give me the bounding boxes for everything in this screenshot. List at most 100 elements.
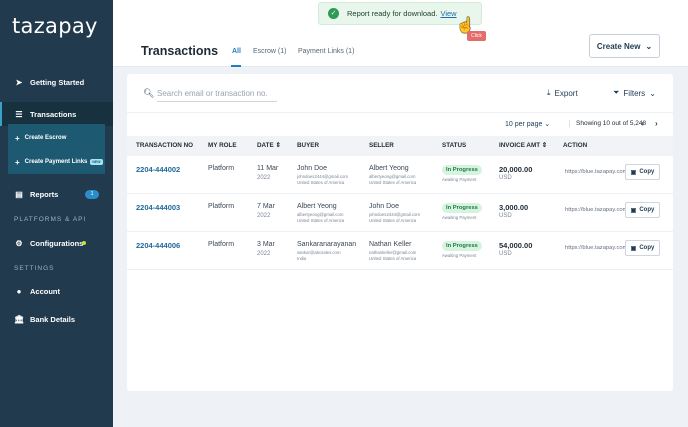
seller-country: United States of America	[369, 218, 417, 223]
create-new-label: Create New	[596, 41, 641, 51]
next-page-icon[interactable]: ›	[655, 119, 658, 128]
date: 3 Mar	[257, 241, 275, 248]
per-page-select[interactable]: 10 per page ⌄	[505, 120, 550, 128]
prev-page-icon[interactable]: ‹	[641, 119, 644, 128]
invoice-amount: 54,000.00	[499, 241, 533, 250]
seller-country: United States of America	[369, 256, 417, 261]
section-label-settings: SETTINGS	[14, 265, 55, 272]
clipboard-icon: ▣	[630, 169, 637, 176]
sidebar-item-bank-details[interactable]: 🏛 Bank Details	[0, 307, 113, 331]
filter-icon: ⏷	[613, 88, 620, 97]
role: Platform	[208, 241, 235, 248]
status-subtext: Awaiting Payment	[442, 253, 477, 258]
date: 7 Mar	[257, 203, 275, 210]
sidebar-item-label: Reports	[30, 189, 59, 199]
sidebar-item-label: Account	[30, 286, 60, 296]
reports-icon: ▤	[15, 189, 23, 199]
copy-button[interactable]: ▣ Copy	[625, 202, 660, 218]
payment-link: https://blue.tazapay.com	[565, 245, 627, 251]
year: 2022	[257, 251, 271, 257]
sort-icon: ⇕	[275, 142, 281, 149]
sidebar-item-label: Configurations	[30, 238, 84, 248]
download-icon: ⤓	[547, 88, 551, 97]
role: Platform	[208, 203, 235, 210]
page-title: Transactions	[141, 44, 219, 58]
copy-button[interactable]: ▣ Copy	[625, 164, 660, 180]
status-subtext: Awaiting Payment	[442, 215, 477, 220]
year: 2022	[257, 175, 271, 181]
chevron-down-icon: ⌄	[544, 121, 551, 128]
export-button[interactable]: ⤓ Export	[547, 88, 578, 98]
currency: USD	[499, 213, 512, 219]
sidebar-item-create-escrow[interactable]: + Create Escrow	[8, 128, 105, 148]
transaction-number-link[interactable]: 2204-444003	[136, 203, 180, 212]
col-transaction-no: TRANSACTION NO	[136, 142, 194, 149]
sidebar-item-create-payment-links[interactable]: + Create Payment Links NEW	[8, 152, 105, 172]
active-tab-indicator	[231, 65, 241, 67]
bank-icon: 🏛	[14, 314, 25, 324]
transactions-submenu: + Create Escrow + Create Payment Links N…	[8, 124, 105, 174]
filters-label: Filters	[623, 88, 646, 98]
tab-all[interactable]: All	[232, 48, 241, 55]
sort-icon: ⇕	[541, 142, 548, 149]
seller-name: Nathan Keller	[369, 241, 412, 248]
table-header: TRANSACTION NO MY ROLE DATE ⇕ BUYER SELL…	[127, 136, 673, 156]
col-status: STATUS	[442, 142, 467, 149]
plus-icon: +	[15, 133, 20, 143]
copy-button[interactable]: ▣ Copy	[625, 240, 660, 256]
reports-count-badge: 1	[85, 190, 99, 199]
status-subtext: Awaiting Payment	[442, 177, 477, 182]
date: 11 Mar	[257, 165, 279, 172]
transaction-number-link[interactable]: 2204-444002	[136, 165, 180, 174]
sidebar-item-getting-started[interactable]: ➤ Getting Started	[0, 70, 113, 94]
toast-view-link[interactable]: View	[440, 9, 456, 18]
col-my-role: MY ROLE	[208, 142, 237, 149]
seller-name: Albert Yeong	[369, 165, 409, 172]
filters-button[interactable]: ⏷ Filters ⌄	[613, 88, 656, 98]
sidebar-item-label: Bank Details	[30, 314, 76, 324]
copy-label: Copy	[639, 245, 655, 251]
sidebar-item-account[interactable]: ● Account	[0, 279, 113, 303]
search-icon: 🔍︎	[143, 88, 155, 98]
send-icon: ➤	[15, 77, 23, 87]
sidebar-item-label: Transactions	[30, 109, 77, 119]
payment-link: https://blue.tazapay.com	[565, 207, 627, 213]
create-new-button[interactable]: Create New ⌄	[589, 34, 660, 58]
sidebar-item-label: Create Escrow	[24, 135, 67, 141]
status-badge: In Progress	[442, 241, 482, 251]
currency: USD	[499, 175, 512, 181]
list-icon: ☰	[15, 109, 23, 119]
table-row: 2204-444003 Platform 7 Mar 2022 Albert Y…	[127, 194, 673, 232]
sidebar-item-configurations[interactable]: ⚙ Configurations	[0, 231, 113, 255]
col-date[interactable]: DATE ⇕	[257, 142, 281, 149]
tab-payment-links[interactable]: Payment Links (1)	[298, 48, 354, 55]
chevron-down-icon: ⌄	[649, 88, 656, 98]
new-badge: NEW	[90, 159, 103, 165]
table-row: 2204-444006 Platform 3 Mar 2022 Sankaran…	[127, 232, 673, 270]
plus-icon: +	[15, 157, 20, 167]
col-invoice-label: INVOICE AMT	[499, 142, 541, 149]
transaction-number-link[interactable]: 2204-444006	[136, 241, 180, 250]
col-invoice-amt[interactable]: INVOICE AMT ⇕	[499, 142, 547, 149]
logo: tazapay	[12, 14, 98, 38]
buyer-country: India	[297, 256, 307, 261]
buyer-country: United States of America	[297, 180, 345, 185]
sidebar-item-transactions[interactable]: ☰ Transactions	[0, 102, 113, 126]
col-seller: SELLER	[369, 142, 394, 149]
buyer-name: Albert Yeong	[297, 203, 337, 210]
buyer-name: John Doe	[297, 165, 327, 172]
search-input[interactable]	[157, 86, 277, 102]
seller-country: United States of America	[369, 180, 417, 185]
chevron-down-icon: ⌄	[645, 41, 653, 51]
payment-link: https://blue.tazapay.com	[565, 169, 627, 175]
click-tooltip: Click	[467, 31, 486, 41]
sidebar: tazapay ➤ Getting Started ☰ Transactions…	[0, 0, 113, 427]
currency: USD	[499, 251, 512, 257]
pagination-info: Showing 10 out of 5,248	[569, 120, 646, 127]
copy-label: Copy	[639, 169, 655, 175]
tab-escrow[interactable]: Escrow (1)	[253, 48, 286, 55]
col-date-label: DATE	[257, 142, 274, 149]
col-action: ACTION	[563, 142, 588, 149]
check-circle-icon: ✓	[328, 8, 339, 19]
transactions-card: 🔍︎ ⤓ Export ⏷ Filters ⌄ 10 per page ⌄ Sh…	[127, 74, 673, 391]
